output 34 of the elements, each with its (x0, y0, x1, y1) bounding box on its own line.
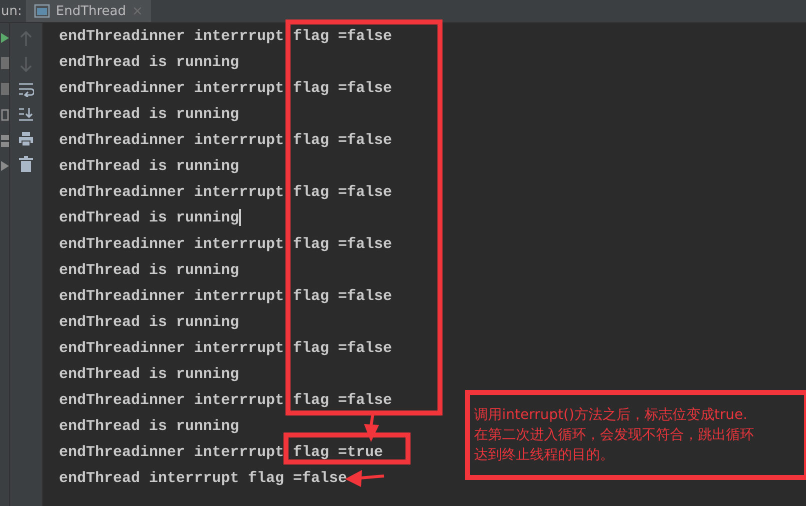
down-arrow-icon[interactable] (19, 56, 33, 72)
annotation-text: 在第二次进入循环，会发现不符合，跳出循环 (474, 426, 755, 444)
console-line: endThread is running (59, 366, 240, 382)
annotation-text: 达到终止线程的目的。 (474, 446, 615, 464)
console-line: endThread is running (59, 158, 240, 174)
console-line: endThread is running (59, 209, 242, 227)
grid-icon[interactable] (1, 135, 9, 147)
trash-icon[interactable] (19, 156, 33, 172)
console-line: endThreadinner interrrupt flag =false (59, 132, 392, 148)
console-line: endThread is running (59, 106, 240, 122)
arrow (345, 470, 384, 487)
console-line: endThreadinner interrrupt flag =false (59, 80, 392, 96)
console-line: endThread is running (59, 54, 240, 70)
soft-wrap-icon[interactable] (18, 81, 34, 97)
arrow (364, 412, 379, 442)
console-line: endThreadinner interrrupt flag =false (59, 28, 392, 44)
console-line: endThreadinner interrrupt flag =true (59, 444, 384, 460)
console-line: endThreadinner interrrupt flag =false (59, 184, 392, 200)
console-line: endThread interrrupt flag =false (59, 470, 348, 486)
print-icon[interactable] (18, 131, 34, 147)
console-icon (34, 4, 50, 18)
up-arrow-icon[interactable] (19, 31, 33, 47)
scroll-to-end-icon[interactable] (18, 106, 34, 122)
console-line: endThread is running (59, 262, 240, 278)
console-tab[interactable]: EndThread × (26, 0, 151, 22)
console-line: endThreadinner interrrupt flag =false (59, 288, 392, 304)
console-line: endThreadinner interrrupt flag =false (59, 340, 392, 356)
annotation-text: 调用interrupt()方法之后，标志位变成true. (474, 406, 748, 424)
console-line: endThreadinner interrrupt flag =false (59, 236, 392, 252)
arrow-right-icon[interactable] (1, 161, 9, 171)
console-line: endThreadinner interrrupt flag =false (59, 392, 392, 408)
console-line: endThread is running (59, 314, 240, 330)
run-label: un: (1, 4, 22, 18)
console-line: endThread is running (59, 418, 240, 434)
